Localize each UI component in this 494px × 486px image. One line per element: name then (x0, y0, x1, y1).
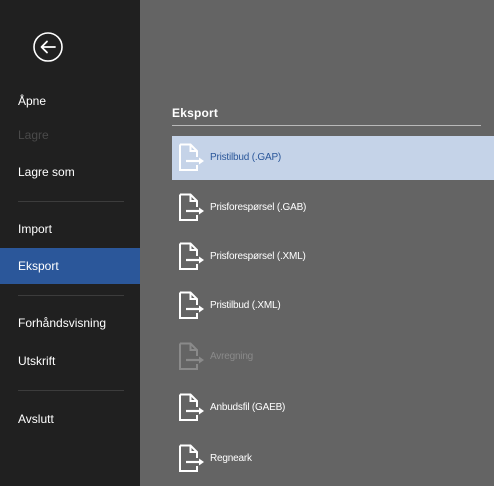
page-title: Eksport (172, 106, 219, 120)
export-item-prisforesporsel-xml[interactable]: Prisforespørsel (.XML) (172, 235, 494, 279)
nav-item-label: Utskrift (18, 354, 56, 368)
export-document-icon (175, 443, 207, 475)
nav-item-print[interactable]: Utskrift (0, 343, 140, 379)
nav-item-label: Avslutt (18, 412, 54, 426)
nav-separator (18, 295, 124, 296)
export-document-icon (175, 192, 207, 224)
nav-item-open[interactable]: Åpne (0, 83, 140, 119)
nav-item-save: Lagre (0, 117, 140, 153)
nav-item-label: Lagre (18, 128, 49, 142)
nav-item-label: Forhåndsvisning (18, 316, 107, 330)
export-document-icon (175, 341, 207, 373)
export-item-anbudsfil-gaeb[interactable]: Anbudsfil (GAEB) (172, 386, 494, 430)
export-item-label: Pristilbud (.XML) (210, 300, 281, 311)
export-item-label: Prisforespørsel (.GAB) (210, 202, 307, 213)
backstage-nav: Åpne Lagre Lagre som Import Eksport Forh… (0, 0, 140, 486)
nav-separator (18, 390, 124, 391)
nav-separator (18, 201, 124, 202)
nav-item-export[interactable]: Eksport (0, 248, 140, 284)
nav-item-label: Lagre som (18, 165, 75, 179)
export-item-prisforesporsel-gab[interactable]: Prisforespørsel (.GAB) (172, 186, 494, 230)
export-document-icon (175, 142, 207, 174)
export-item-regneark[interactable]: Regneark (172, 437, 494, 481)
title-divider (172, 125, 481, 126)
export-item-pristilbud-xml[interactable]: Pristilbud (.XML) (172, 284, 494, 328)
back-arrow-circle-icon (33, 32, 63, 62)
back-button[interactable] (32, 31, 64, 63)
nav-item-import[interactable]: Import (0, 211, 140, 247)
export-document-icon (175, 290, 207, 322)
nav-item-print-preview[interactable]: Forhåndsvisning (0, 305, 140, 341)
export-document-icon (175, 241, 207, 273)
nav-item-label: Åpne (18, 94, 47, 108)
export-item-label: Regneark (210, 453, 252, 464)
nav-item-exit[interactable]: Avslutt (0, 401, 140, 437)
export-item-avregning: Avregning (172, 335, 494, 379)
backstage-view: Åpne Lagre Lagre som Import Eksport Forh… (0, 0, 494, 486)
nav-item-label: Eksport (18, 259, 59, 273)
export-item-pristilbud-gap[interactable]: Pristilbud (.GAP) (172, 136, 494, 180)
nav-item-label: Import (18, 222, 53, 236)
export-item-label: Prisforespørsel (.XML) (210, 251, 306, 262)
export-item-label: Anbudsfil (GAEB) (210, 402, 286, 413)
nav-item-save-as[interactable]: Lagre som (0, 154, 140, 190)
export-item-label: Pristilbud (.GAP) (210, 152, 282, 163)
export-document-icon (175, 392, 207, 424)
export-item-label: Avregning (210, 351, 254, 362)
